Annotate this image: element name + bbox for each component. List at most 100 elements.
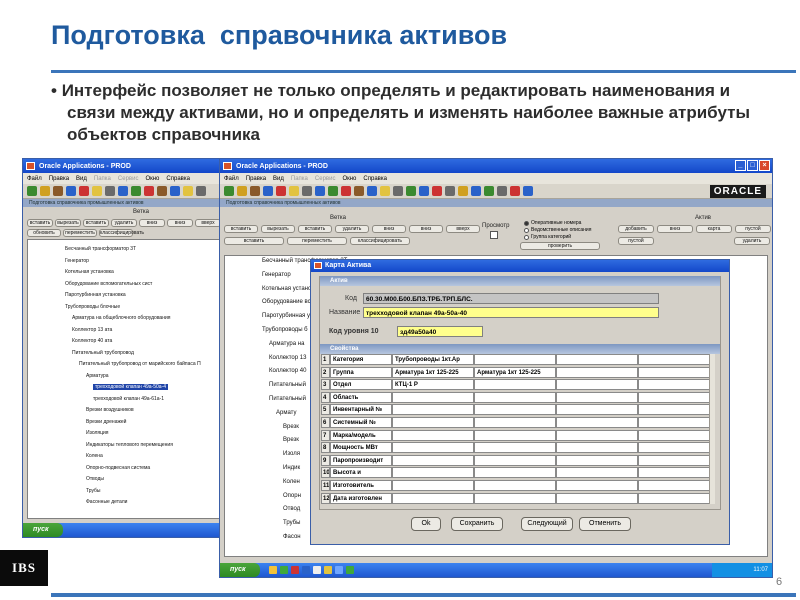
- property-value-1[interactable]: [392, 429, 474, 441]
- toolbar-icon[interactable]: [157, 186, 167, 196]
- tree-node[interactable]: Изоляция: [86, 430, 109, 436]
- property-value-4[interactable]: [638, 442, 710, 454]
- action-button[interactable]: удалить: [734, 237, 770, 245]
- menu-item[interactable]: Вид: [273, 176, 284, 182]
- property-value-1[interactable]: [392, 417, 474, 428]
- property-value-1[interactable]: [392, 391, 474, 403]
- properties-scrollbar[interactable]: [709, 354, 715, 504]
- toolbar-icon[interactable]: [354, 186, 364, 196]
- property-value-4[interactable]: [638, 354, 710, 365]
- menu-item[interactable]: Файл: [224, 176, 239, 182]
- toolbar-icon[interactable]: [53, 186, 63, 196]
- property-value-2[interactable]: [474, 379, 556, 391]
- property-value-2[interactable]: [474, 492, 556, 504]
- tree-node[interactable]: Питательный: [269, 396, 306, 402]
- taskbar-app-icon[interactable]: [346, 566, 354, 574]
- action-button[interactable]: удалить: [111, 219, 137, 227]
- action-button[interactable]: вниз: [139, 219, 165, 227]
- taskbar-app-icon[interactable]: [324, 566, 332, 574]
- property-value-2[interactable]: Арматура 1кт 125-225: [474, 366, 556, 378]
- tree-node[interactable]: Врезк: [283, 437, 299, 443]
- tree-node[interactable]: Колен: [283, 479, 300, 485]
- back-tree-pane[interactable]: Бесчанный трансформатор 3Т Генератор Котел…: [27, 239, 223, 519]
- menu-item[interactable]: Папка: [94, 176, 111, 182]
- property-value-4[interactable]: [638, 467, 710, 479]
- action-button[interactable]: обновить: [27, 229, 61, 237]
- toolbar-icon[interactable]: [315, 186, 325, 196]
- property-value-4[interactable]: [638, 480, 710, 491]
- property-value-4[interactable]: [638, 366, 710, 378]
- property-value-4[interactable]: [638, 391, 710, 403]
- view-option[interactable]: Группа категорий: [524, 234, 571, 240]
- property-value-1[interactable]: Трубопроводы 1кт.Ар: [392, 354, 474, 365]
- tree-node[interactable]: Трубы: [86, 488, 101, 494]
- property-value-4[interactable]: [638, 429, 710, 441]
- tree-node[interactable]: Бесчанный трансформатор 3Т: [65, 246, 136, 252]
- menu-item[interactable]: Файл: [27, 176, 42, 182]
- toolbar-icon[interactable]: [406, 186, 416, 196]
- menu-item[interactable]: Правка: [49, 176, 69, 182]
- tree-node[interactable]: Питательный трубопровод: [72, 350, 134, 356]
- action-button[interactable]: карта: [696, 225, 732, 233]
- toolbar-icon[interactable]: [367, 186, 377, 196]
- property-value-1[interactable]: [392, 492, 474, 504]
- property-value-3[interactable]: [556, 454, 638, 466]
- toolbar-icon[interactable]: [263, 186, 273, 196]
- action-button[interactable]: переместить: [63, 229, 97, 237]
- radio-icon[interactable]: [524, 227, 529, 233]
- property-value-3[interactable]: [556, 492, 638, 504]
- toolbar-icon[interactable]: [445, 186, 455, 196]
- toolbar-icon[interactable]: [523, 186, 533, 196]
- property-value-2[interactable]: [474, 467, 556, 479]
- property-value-2[interactable]: [474, 429, 556, 441]
- asset-card-dialog[interactable]: Карта Актива Актив Код 60.30.М00.Б00.БПЗ…: [310, 259, 730, 545]
- maximize-button[interactable]: □: [747, 160, 758, 171]
- code-field[interactable]: 60.30.М00.Б00.БПЗ.ТРБ.ТРП.БЛС.: [363, 293, 659, 304]
- property-value-2[interactable]: [474, 442, 556, 454]
- tree-node[interactable]: Коллектор 40: [269, 368, 306, 374]
- taskbar-app-icon[interactable]: [280, 566, 288, 574]
- toolbar-icon[interactable]: [419, 186, 429, 196]
- tree-node[interactable]: Арматура: [86, 373, 109, 379]
- front-window-titlebar[interactable]: Oracle Applications - PROD _ □ ×: [220, 159, 772, 173]
- name-field[interactable]: трехходовой клапан 49а-50а-40: [363, 307, 659, 318]
- menu-item[interactable]: Правка: [246, 176, 266, 182]
- property-value-3[interactable]: [556, 391, 638, 403]
- save-button[interactable]: Сохранить: [451, 517, 503, 531]
- toolbar-icon[interactable]: [341, 186, 351, 196]
- toolbar-icon[interactable]: [66, 186, 76, 196]
- tree-node[interactable]: Оборудование вс: [262, 299, 311, 305]
- taskbar-app-icon[interactable]: [335, 566, 343, 574]
- action-button[interactable]: вставить: [27, 219, 53, 227]
- menu-item[interactable]: Вид: [76, 176, 87, 182]
- property-value-1[interactable]: Арматура 1кт 125-225: [392, 366, 474, 378]
- property-value-3[interactable]: [556, 379, 638, 391]
- tree-node[interactable]: Арматура на: [269, 341, 304, 347]
- tree-node[interactable]: Коллектор 40 ата: [72, 338, 112, 344]
- close-button[interactable]: ×: [759, 160, 770, 171]
- taskbar-app-icon[interactable]: [269, 566, 277, 574]
- tree-node[interactable]: Коллектор 13: [269, 355, 306, 361]
- ok-button[interactable]: Ok: [411, 517, 441, 531]
- level-code-field[interactable]: зд49а50а40: [397, 326, 483, 337]
- tree-node[interactable]: Отвод: [283, 506, 300, 512]
- tree-node[interactable]: трехходовой клапан 49а-50а-4: [93, 384, 168, 390]
- property-value-1[interactable]: КТЦ-1 Р: [392, 379, 474, 391]
- action-button[interactable]: вверх: [195, 219, 221, 227]
- view-option[interactable]: Ведомственные описания: [524, 227, 591, 233]
- view-option[interactable]: Оперативные номера: [524, 220, 581, 226]
- property-value-1[interactable]: [392, 480, 474, 491]
- view-checkbox[interactable]: [490, 231, 498, 239]
- tree-node[interactable]: Паротурбинная у: [262, 313, 310, 319]
- property-value-3[interactable]: [556, 467, 638, 479]
- action-button[interactable]: вставить: [224, 237, 284, 245]
- property-value-3[interactable]: [556, 354, 638, 365]
- menu-item[interactable]: Папка: [291, 176, 308, 182]
- tree-node[interactable]: Отводы: [86, 476, 104, 482]
- action-button[interactable]: вниз: [657, 225, 693, 233]
- menu-item[interactable]: Сервис: [315, 176, 336, 182]
- tree-node[interactable]: Колена: [86, 453, 103, 459]
- toolbar-icon[interactable]: [27, 186, 37, 196]
- property-value-4[interactable]: [638, 417, 710, 428]
- action-button[interactable]: вырезать: [261, 225, 295, 233]
